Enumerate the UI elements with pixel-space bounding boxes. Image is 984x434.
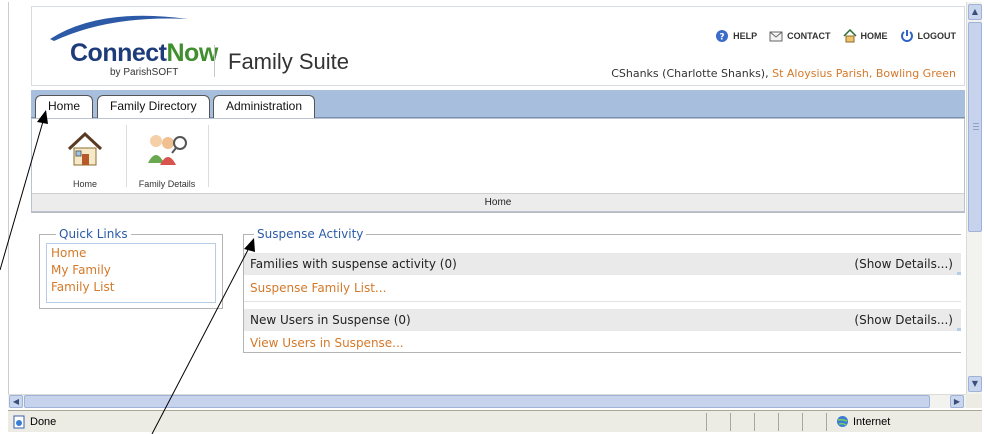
contact-label: CONTACT [787, 31, 831, 41]
svg-text:?: ? [720, 33, 725, 43]
suite-title: Family Suite [228, 49, 350, 74]
home-link[interactable]: HOME [842, 29, 888, 43]
quick-link-family-list[interactable]: Family List [51, 279, 211, 296]
logout-icon [900, 30, 913, 42]
scroll-up-button[interactable]: ▲ [968, 4, 982, 20]
quick-links-panel: Quick Links Home My Family Family List [39, 227, 223, 309]
view-users-suspense-link[interactable]: View Users in Suspense... [250, 336, 404, 350]
tray-divider [126, 125, 127, 187]
help-label: HELP [733, 31, 758, 41]
users-show-details-link[interactable]: (Show Details...) [854, 309, 953, 331]
help-link[interactable]: ? HELP [715, 29, 757, 43]
main-content: Quick Links Home My Family Family List S… [31, 212, 965, 394]
quick-link-my-family[interactable]: My Family [51, 262, 211, 279]
status-divider [706, 413, 707, 431]
status-text: Done [30, 416, 57, 428]
status-bar: Done Internet [8, 410, 982, 432]
scroll-down-button[interactable]: ▼ [968, 376, 982, 392]
horizontal-scroll-thumb[interactable] [24, 395, 930, 408]
section-divider [244, 301, 961, 302]
status-divider [754, 413, 755, 431]
help-icon: ? [716, 30, 729, 43]
page-icon [13, 415, 25, 429]
suspense-family-list-link[interactable]: Suspense Family List... [250, 281, 386, 295]
home-label: HOME [860, 31, 888, 41]
status-divider [778, 413, 779, 431]
status-divider [730, 413, 731, 431]
families-show-details-link[interactable]: (Show Details...) [854, 253, 953, 275]
scroll-left-button[interactable]: ◀ [9, 395, 23, 408]
status-divider [826, 413, 827, 431]
horizontal-scrollbar[interactable]: ◀ ▶ [8, 394, 966, 408]
tab-home[interactable]: Home [35, 95, 94, 118]
vertical-scrollbar[interactable]: ▲ ▼ [966, 2, 982, 394]
logo[interactable]: ConnectNow [70, 39, 218, 68]
row-marker [957, 328, 961, 331]
title-divider [214, 45, 215, 77]
tab-administration[interactable]: Administration [213, 95, 316, 118]
tray-home[interactable]: Home [50, 125, 120, 189]
top-links: ? HELP CONTACT HOME LOGOUT [715, 29, 956, 43]
families-suspense-label: Families with suspense activity (0) [250, 257, 457, 271]
quick-links-list: Home My Family Family List [46, 243, 216, 303]
logo-now: Now [166, 39, 219, 67]
suspense-activity-panel: Suspense Activity Families with suspense… [243, 227, 961, 353]
scrollbar-corner [966, 394, 982, 408]
families-suspense-row: Families with suspense activity (0) (Sho… [244, 253, 961, 275]
house-icon [67, 131, 103, 166]
tray-footer: Home [32, 193, 964, 211]
suspense-activity-legend: Suspense Activity [257, 227, 364, 241]
home-icon [842, 29, 857, 43]
users-suspense-row: New Users in Suspense (0) (Show Details.… [244, 309, 961, 331]
tab-family-directory[interactable]: Family Directory [97, 95, 210, 118]
user-info: CShanks (Charlotte Shanks), St Aloysius … [611, 67, 956, 80]
tab-bar: Home Family Directory Administration [31, 90, 965, 118]
tray-home-label: Home [72, 179, 97, 189]
zone-label: Internet [853, 415, 891, 428]
row-marker [957, 272, 961, 275]
status-done: Done [12, 415, 56, 429]
thumb-grip [973, 129, 979, 130]
vertical-scroll-thumb[interactable] [968, 22, 982, 232]
logo-swoosh-icon [50, 15, 188, 41]
thumb-grip [973, 123, 979, 124]
status-divider [802, 413, 803, 431]
logo-connect: Connect [70, 39, 167, 67]
user-name: CShanks (Charlotte Shanks), [611, 67, 769, 80]
thumb-grip [973, 126, 979, 127]
logout-link[interactable]: LOGOUT [900, 29, 957, 43]
logo-byline: by ParishSOFT [110, 67, 179, 78]
contact-icon [769, 31, 783, 42]
logout-label: LOGOUT [917, 31, 957, 41]
contact-link[interactable]: CONTACT [769, 29, 831, 43]
tray-family-details-label: Family Details [138, 179, 196, 189]
tray-family-details[interactable]: Family Details [132, 125, 202, 189]
globe-icon [837, 416, 848, 427]
parish-name[interactable]: St Aloysius Parish, Bowling Green [772, 67, 956, 80]
scroll-right-button[interactable]: ▶ [950, 395, 964, 408]
app-header: ConnectNow by ParishSOFT Family Suite ? … [31, 6, 965, 86]
quick-link-home[interactable]: Home [51, 245, 211, 262]
users-suspense-label: New Users in Suspense (0) [250, 313, 411, 327]
family-search-icon [148, 135, 187, 165]
security-zone: Internet [836, 415, 890, 428]
tray-divider [208, 125, 209, 187]
browser-viewport: ConnectNow by ParishSOFT Family Suite ? … [8, 2, 966, 394]
icon-tray: Home Family Details Home [31, 118, 965, 212]
quick-links-legend: Quick Links [59, 227, 128, 241]
